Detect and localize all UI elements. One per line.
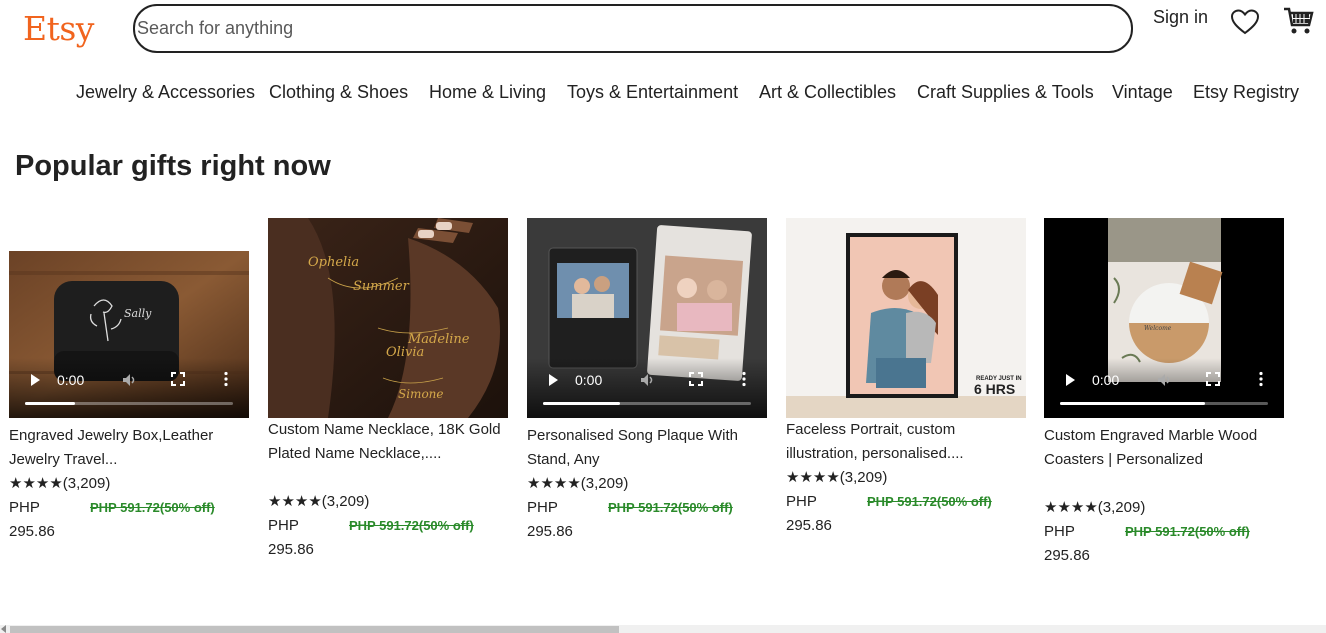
nav-jewelry-accessories[interactable]: Jewelry & Accessories — [76, 82, 255, 103]
fullscreen-icon[interactable] — [170, 371, 186, 387]
product-image[interactable]: READY JUST IN 6 HRS — [786, 218, 1026, 418]
product-rating: ★★★★(3,209) — [527, 472, 628, 496]
price-value: 295.86 — [527, 523, 573, 540]
search-input[interactable] — [137, 15, 1097, 42]
review-count: (3,209) — [839, 469, 888, 486]
original-price: PHP 591.72(50% off) — [1125, 524, 1250, 539]
badge-line-2: 6 HRS — [974, 381, 1015, 397]
price-value: 295.86 — [268, 541, 314, 558]
more-options-icon[interactable] — [223, 371, 229, 387]
star-rating: ★★★★ — [268, 493, 322, 510]
nav-home-living[interactable]: Home & Living — [429, 82, 546, 103]
price-value: 295.86 — [786, 517, 832, 534]
star-rating: ★★★★ — [786, 469, 840, 486]
product-title[interactable]: Custom Name Necklace, 18K Gold Plated Na… — [268, 418, 508, 466]
product-price: PHP 295.86 — [268, 514, 348, 562]
video-time: 0:00 — [57, 372, 85, 388]
search-bar[interactable] — [133, 4, 1133, 53]
video-progress-bar[interactable] — [1060, 402, 1268, 405]
nav-clothing-shoes[interactable]: Clothing & Shoes — [269, 82, 408, 103]
star-rating: ★★★★ — [9, 475, 63, 492]
price-currency: PHP — [527, 499, 558, 516]
nav-etsy-registry[interactable]: Etsy Registry — [1193, 82, 1299, 103]
svg-text:Summer: Summer — [353, 279, 410, 294]
video-progress-bar[interactable] — [543, 402, 751, 405]
volume-icon[interactable] — [121, 372, 137, 388]
nav-toys-entertainment[interactable]: Toys & Entertainment — [567, 82, 738, 103]
svg-text:Simone: Simone — [398, 387, 444, 401]
video-time: 0:00 — [575, 372, 603, 388]
category-nav: Jewelry & Accessories Clothing & Shoes H… — [0, 82, 1326, 106]
video-controls: 0:00 — [9, 358, 249, 418]
star-rating: ★★★★ — [527, 475, 581, 492]
price-value: 295.86 — [9, 523, 55, 540]
more-options-icon[interactable] — [1258, 371, 1264, 387]
product-title[interactable]: Engraved Jewelry Box,Leather Jewelry Tra… — [9, 424, 249, 472]
price-currency: PHP — [1044, 523, 1075, 540]
video-time: 0:00 — [1092, 372, 1120, 388]
review-count: (3,209) — [580, 475, 629, 492]
svg-text:Welcome: Welcome — [1144, 325, 1172, 332]
product-video[interactable]: Sally 0:00 — [9, 251, 249, 418]
price-currency: PHP — [786, 493, 817, 510]
cart-icon[interactable] — [1282, 5, 1314, 37]
product-title[interactable]: Faceless Portrait, custom illustration, … — [786, 418, 1026, 466]
video-controls: 0:00 — [1044, 358, 1284, 418]
svg-text:Olivia: Olivia — [386, 345, 424, 360]
product-rating: ★★★★(3,209) — [786, 466, 887, 490]
more-options-icon[interactable] — [741, 371, 747, 387]
play-icon[interactable] — [31, 374, 40, 386]
review-count: (3,209) — [321, 493, 370, 510]
original-price: PHP 591.72(50% off) — [90, 500, 215, 515]
etsy-logo[interactable]: Etsy — [23, 12, 94, 45]
nav-art-collectibles[interactable]: Art & Collectibles — [759, 82, 896, 103]
price-currency: PHP — [9, 499, 40, 516]
video-progress-bar[interactable] — [25, 402, 233, 405]
fullscreen-icon[interactable] — [1205, 371, 1221, 387]
scroll-left-arrow-icon[interactable] — [1, 625, 6, 633]
price-currency: PHP — [268, 517, 299, 534]
heart-icon[interactable] — [1229, 6, 1261, 38]
sign-in-link[interactable]: Sign in — [1153, 7, 1208, 28]
product-title[interactable]: Personalised Song Plaque With Stand, Any — [527, 424, 767, 472]
product-title[interactable]: Custom Engraved Marble Wood Coasters | P… — [1044, 424, 1284, 472]
fullscreen-icon[interactable] — [688, 371, 704, 387]
product-price: PHP 295.86 — [9, 496, 89, 544]
svg-text:Ophelia: Ophelia — [308, 255, 359, 270]
product-price: PHP 295.86 — [527, 496, 607, 544]
svg-text:Sally: Sally — [124, 307, 152, 320]
review-count: (3,209) — [1097, 499, 1146, 516]
section-title: Popular gifts right now — [15, 150, 331, 182]
nav-vintage[interactable]: Vintage — [1112, 82, 1173, 103]
nav-craft-supplies-tools[interactable]: Craft Supplies & Tools — [917, 82, 1094, 103]
original-price: PHP 591.72(50% off) — [608, 500, 733, 515]
product-price: PHP 295.86 — [1044, 520, 1124, 568]
product-price: PHP 295.86 — [786, 490, 866, 538]
product-image-faceless-portrait: READY JUST IN 6 HRS — [786, 218, 1026, 418]
product-video[interactable]: Welcome 0:00 — [1044, 218, 1284, 418]
volume-icon[interactable] — [639, 372, 655, 388]
star-rating: ★★★★ — [1044, 499, 1098, 516]
play-icon[interactable] — [1066, 374, 1075, 386]
original-price: PHP 591.72(50% off) — [867, 494, 992, 509]
price-value: 295.86 — [1044, 547, 1090, 564]
volume-icon[interactable] — [1156, 372, 1172, 388]
product-rating: ★★★★(3,209) — [268, 490, 369, 514]
product-video[interactable]: 0:00 — [527, 218, 767, 418]
horizontal-scrollbar[interactable] — [0, 625, 1326, 633]
scrollbar-thumb[interactable] — [10, 626, 619, 633]
product-rating: ★★★★(3,209) — [1044, 496, 1145, 520]
product-rating: ★★★★(3,209) — [9, 472, 110, 496]
product-image[interactable]: Ophelia Summer Madeline Olivia Simone — [268, 218, 508, 418]
original-price: PHP 591.72(50% off) — [349, 518, 474, 533]
play-icon[interactable] — [549, 374, 558, 386]
review-count: (3,209) — [62, 475, 111, 492]
product-image-name-necklace: Ophelia Summer Madeline Olivia Simone — [268, 218, 508, 418]
video-controls: 0:00 — [527, 358, 767, 418]
